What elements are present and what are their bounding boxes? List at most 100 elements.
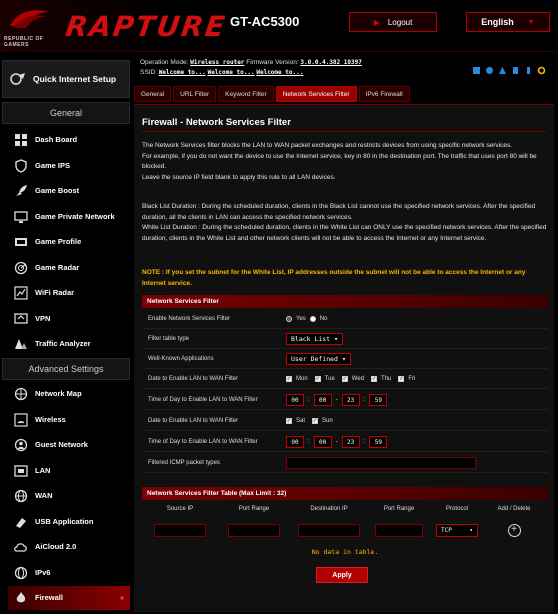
apply-button[interactable]: Apply [316, 567, 368, 583]
top-header: REPUBLIC OF GAMERS RAPTURE GT-AC5300 ▶ L… [0, 0, 558, 52]
time2-end-minute[interactable]: 59 [369, 436, 388, 448]
tab-network-services-filter[interactable]: Network Services Filter [275, 86, 357, 102]
day-label: Sat [296, 418, 306, 424]
description-text: The Network Services filter blocks the L… [142, 141, 548, 183]
sidebar-item-label: USB Application [35, 516, 94, 526]
sidebar-item-lan[interactable]: LAN [8, 459, 130, 483]
sidebar: Quick Internet Setup General Dash Board G… [0, 52, 132, 614]
time2-row: Time of Day to Enable LAN to WAN Filter … [142, 433, 548, 452]
icmp-input[interactable] [286, 457, 476, 469]
desc-line-3: Leave the source IP field blank to apply… [142, 173, 336, 181]
source-port-input[interactable] [228, 523, 280, 537]
firmware-link[interactable]: 3.0.0.4.382_10397 [300, 59, 361, 66]
sidebar-item-wan[interactable]: WAN [8, 484, 130, 508]
sidebar-item-wireless[interactable]: Wireless [8, 408, 130, 432]
source-ip-input[interactable] [154, 523, 206, 537]
arrow-right-icon: ▶ [373, 17, 380, 27]
enable-no-radio[interactable] [309, 316, 316, 322]
tab-ipv6-firewall[interactable]: IPv6 Firewall [358, 86, 410, 102]
enable-filter-label: Enable Network Services Filter [148, 316, 231, 322]
sidebar-item-label: Guest Network [35, 440, 88, 449]
protocol-select[interactable]: TCP ▾ [436, 523, 478, 537]
sidebar-item-usb-application[interactable]: USB Application [8, 510, 130, 534]
general-section-title: General [2, 102, 130, 124]
filter-type-value: Black List [291, 335, 331, 343]
vpn-icon [14, 312, 28, 326]
sidebar-item-dash-board[interactable]: Dash Board [8, 128, 130, 152]
op-mode-link[interactable]: Wireless router [190, 59, 244, 66]
day-checkbox-mon[interactable]: ✓ [286, 376, 292, 382]
enable-no-label: No [319, 316, 328, 322]
logout-label: Logout [387, 17, 413, 27]
logout-button[interactable]: ▶ Logout [349, 12, 437, 32]
tab-keyword-filter[interactable]: Keyword Filter [218, 86, 274, 102]
enable-yes-radio[interactable] [286, 316, 292, 322]
wps-status-icon[interactable] [524, 66, 533, 75]
sidebar-item-ipv6[interactable]: IPv6 [8, 561, 130, 585]
ssid-2[interactable]: Welcome to... [208, 69, 255, 76]
destination-ip-input[interactable] [298, 523, 360, 537]
time2-label: Time of Day to Enable LAN to WAN Filter [148, 439, 258, 445]
time1-end-hour[interactable]: 23 [341, 394, 360, 406]
time1-start-hour[interactable]: 00 [286, 394, 304, 406]
sidebar-item-wifi-radar[interactable]: WiFi Radar [8, 281, 130, 305]
col-protocol: Protocol [445, 505, 468, 512]
desc-line-5: White List Duration : During the schedul… [142, 224, 547, 242]
language-select[interactable]: English ▼ [466, 12, 550, 32]
tab-general[interactable]: General [134, 86, 172, 102]
sidebar-item-label: WAN [35, 491, 53, 500]
ssid-3[interactable]: Welcome to... [256, 69, 303, 76]
sidebar-item-aicloud-2-0[interactable]: AiCloud 2.0 [8, 535, 130, 559]
filter-type-select[interactable]: Black List ▾ [286, 333, 344, 345]
sidebar-item-guest-network[interactable]: Guest Network [8, 433, 130, 457]
wk-apps-label: Well-Known Applications [148, 356, 214, 362]
sidebar-item-firewall[interactable]: Firewall » [8, 586, 130, 610]
tab-url-filter[interactable]: URL Filter [173, 86, 217, 102]
internet-status-icon[interactable] [472, 66, 481, 75]
day-checkbox-fri[interactable]: ✓ [398, 376, 405, 382]
sidebar-item-vpn[interactable]: VPN [8, 307, 130, 331]
date2-label: Date to Enable LAN to WAN Filter [148, 418, 239, 424]
gear-icon[interactable] [537, 66, 546, 75]
guest-icon [14, 438, 28, 452]
sidebar-item-traffic-analyzer[interactable]: Traffic Analyzer [8, 332, 130, 356]
time2-end-hour[interactable]: 23 [341, 436, 360, 448]
protocol-value: TCP [441, 526, 452, 534]
time2-start-minute[interactable]: 00 [313, 436, 332, 448]
firewall-icon [14, 591, 28, 605]
day-label: Thu [381, 376, 392, 382]
tab-bar: General URL Filter Keyword Filter Networ… [134, 86, 410, 102]
day-checkbox-tue[interactable]: ✓ [314, 376, 321, 382]
ssid-1[interactable]: Welcome to... [159, 69, 206, 76]
desc-line-2: For example, if you do not want the devi… [142, 152, 537, 171]
sidebar-item-game-boost[interactable]: Game Boost [8, 179, 130, 203]
day-checkbox-sun[interactable]: ✓ [312, 418, 319, 424]
app-status-icon[interactable] [485, 66, 494, 75]
sidebar-item-game-private-network[interactable]: Game Private Network [8, 205, 130, 229]
col-add-delete: Add / Delete [497, 505, 531, 512]
time1-start-minute[interactable]: 00 [313, 394, 332, 406]
day-checkbox-sat[interactable]: ✓ [286, 418, 292, 424]
main-content: Operation Mode: Wireless router Firmware… [132, 52, 558, 614]
ssid-label: SSID: [140, 69, 157, 76]
usb-status-icon[interactable] [511, 66, 520, 75]
quick-internet-setup-button[interactable]: Quick Internet Setup [2, 60, 130, 98]
sidebar-item-game-ips[interactable]: Game IPS [8, 154, 130, 178]
sidebar-item-label: LAN [35, 465, 51, 475]
day-checkbox-wed[interactable]: ✓ [341, 376, 348, 382]
time2-start-hour[interactable]: 00 [286, 436, 304, 448]
lan-icon [14, 464, 28, 478]
sidebar-item-network-map[interactable]: Network Map [8, 382, 130, 406]
sidebar-item-game-profile[interactable]: Game Profile [8, 230, 130, 254]
destination-port-input[interactable] [375, 523, 423, 537]
add-rule-button[interactable]: + [507, 523, 521, 537]
time1-end-minute[interactable]: 59 [369, 394, 388, 406]
day-checkbox-thu[interactable]: ✓ [371, 376, 378, 382]
rog-line-2: GAMERS [4, 42, 29, 48]
time1-label: Time of Day to Enable LAN to WAN Filter [148, 397, 258, 403]
date1-row: Date to Enable LAN to WAN Filter ✓ Mon ✓ Tu… [142, 370, 548, 389]
wk-apps-select[interactable]: User Defined ▾ [286, 353, 351, 365]
private-network-icon [14, 210, 28, 224]
sidebar-item-game-radar[interactable]: Game Radar [8, 256, 130, 280]
client-status-icon[interactable] [498, 66, 507, 75]
